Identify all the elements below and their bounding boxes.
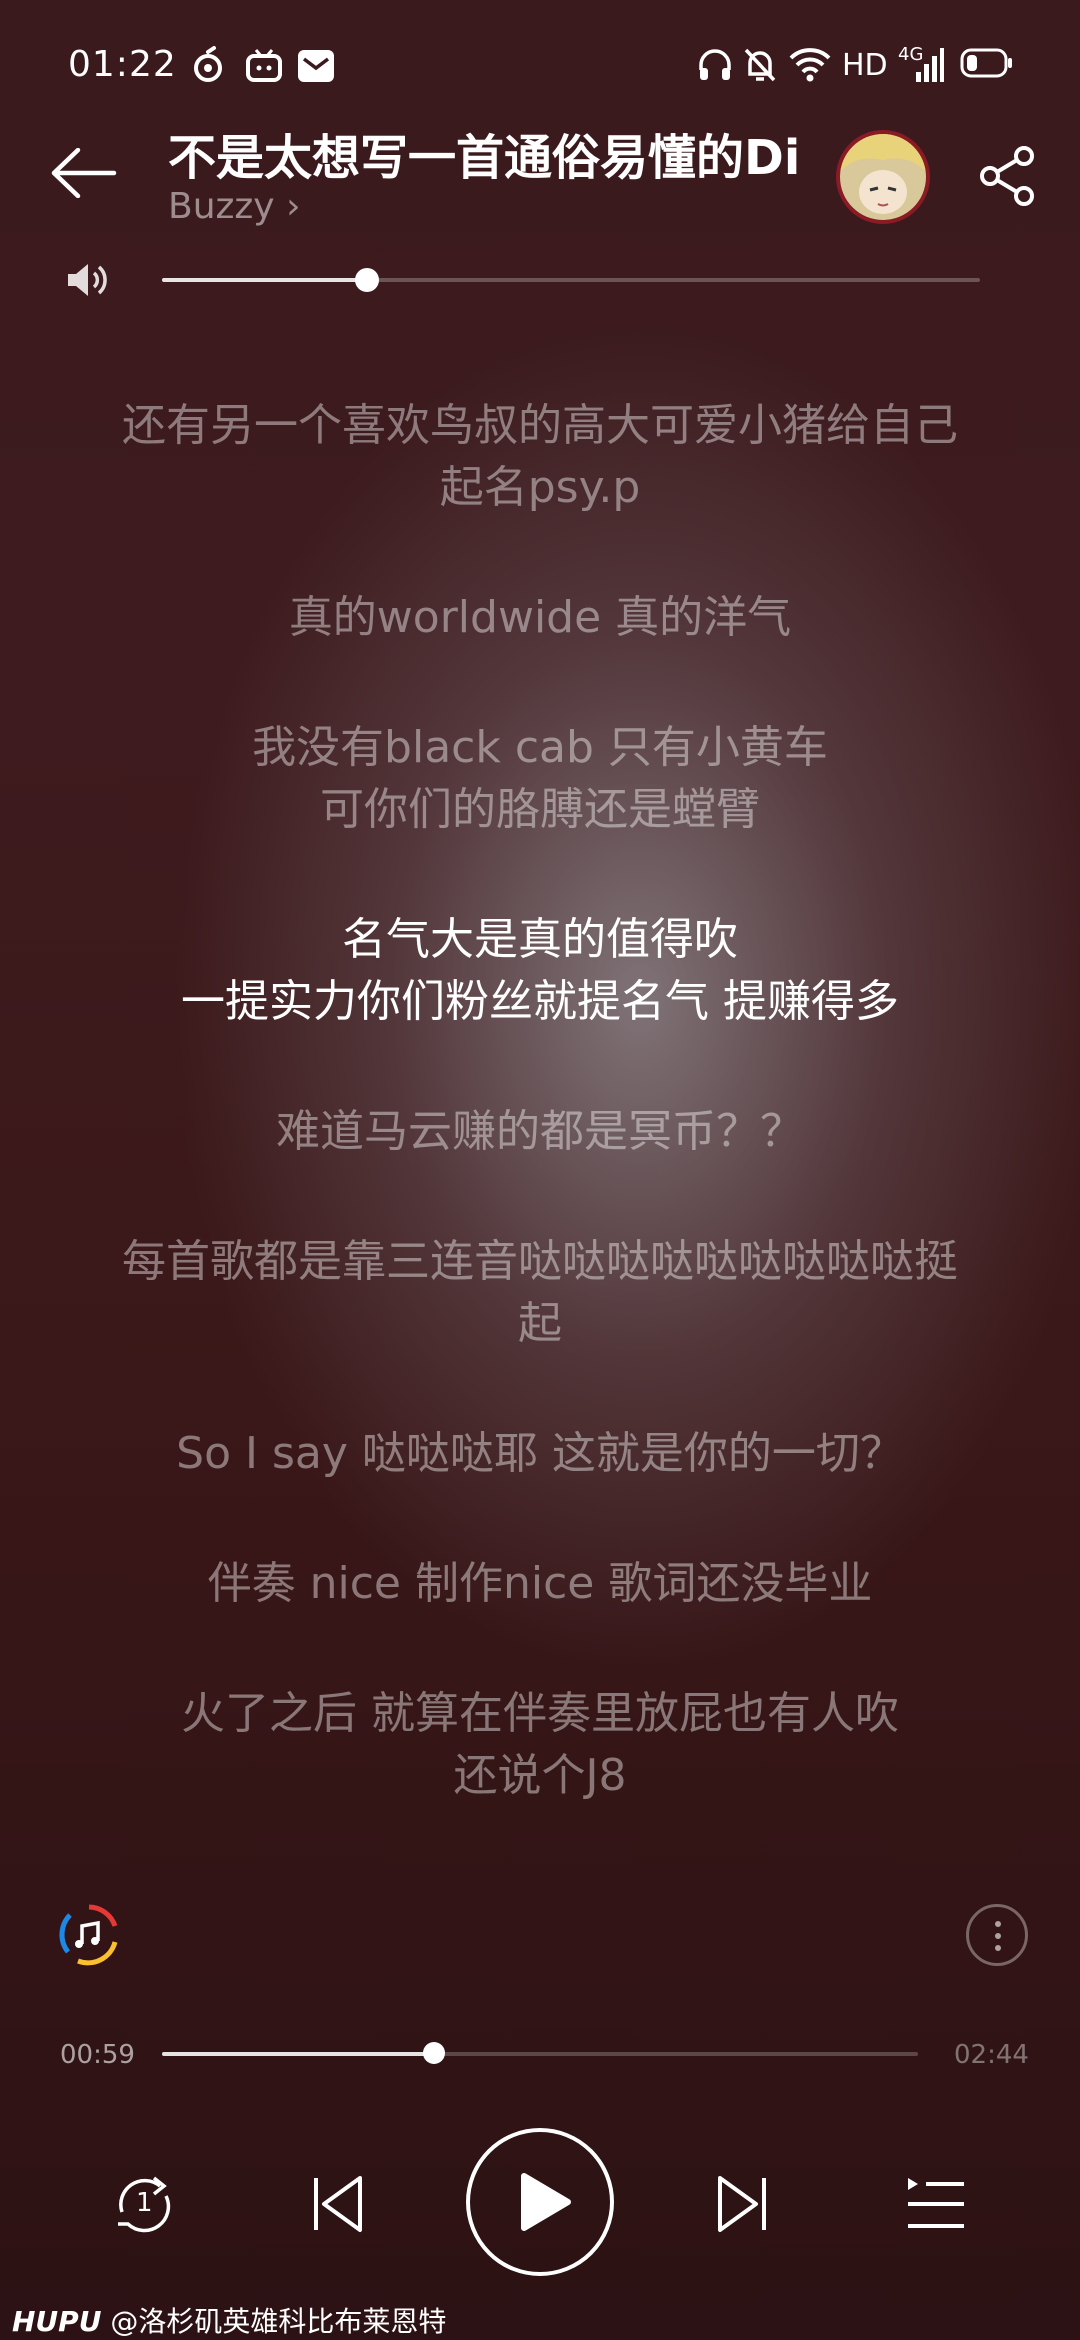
lyric-line[interactable]: 每首歌都是靠三连音哒哒哒哒哒哒哒哒哒挺起 — [60, 1231, 1020, 1355]
next-icon[interactable] — [714, 2174, 770, 2234]
song-title: 不是太想写一首通俗易懂的Di — [168, 130, 801, 186]
lyric-text: 还有另一个喜欢鸟叔的高大可爱小猪给自己 — [122, 400, 958, 451]
lyric-text: 火了之后 就算在伴奏里放屁也有人吹 — [181, 1688, 899, 1739]
lyrics-panel[interactable]: 还有另一个喜欢鸟叔的高大可爱小猪给自己 起名psy.p 真的worldwide 真的… — [60, 395, 1020, 1875]
lyric-line[interactable]: So I say 哒哒哒耶 这就是你的一切？ — [60, 1423, 1020, 1485]
previous-icon[interactable] — [310, 2174, 366, 2234]
lyric-text: So I say 哒哒哒耶 这就是你的一切？ — [176, 1428, 904, 1479]
signal-icon — [916, 48, 944, 82]
watermark-user: @洛杉矶英雄科比布莱恩特 — [110, 2305, 447, 2338]
current-time: 00:59 — [60, 2040, 135, 2070]
chevron-right-icon: › — [286, 186, 301, 227]
wifi-icon — [789, 48, 831, 82]
progress-handle[interactable] — [423, 2042, 445, 2064]
speaker-icon[interactable] — [66, 262, 110, 298]
lyric-line[interactable]: 还有另一个喜欢鸟叔的高大可爱小猪给自己 起名psy.p — [60, 395, 1020, 519]
more-icon — [995, 1921, 1001, 1927]
volume-slider-fill — [162, 278, 367, 282]
artist-link[interactable]: Buzzy › — [168, 186, 300, 227]
lyric-line[interactable]: 真的worldwide 真的洋气 — [60, 587, 1020, 649]
more-options-button[interactable] — [966, 1904, 1028, 1966]
mute-bell-icon — [744, 48, 776, 82]
repeat-one-number: 1 — [136, 2188, 153, 2218]
artist-name: Buzzy — [168, 186, 275, 227]
playlist-icon[interactable] — [906, 2174, 966, 2234]
album-cover-avatar[interactable] — [836, 130, 930, 224]
lyric-text: 一提实力你们粉丝就提名气 提赚得多 — [181, 976, 899, 1027]
tv-app-icon — [246, 49, 282, 82]
lyric-text: 伴奏 nice 制作nice 歌词还没毕业 — [207, 1558, 873, 1609]
volume-slider-handle[interactable] — [355, 268, 379, 292]
lyric-text: 起名psy.p — [439, 462, 641, 513]
lyric-text: 可你们的胳膊还是螳臂 — [320, 784, 760, 835]
repeat-one-button[interactable]: 1 — [108, 2168, 180, 2240]
lyric-text: 起 — [518, 1298, 562, 1349]
headphones-icon — [699, 49, 731, 80]
more-icon-dot — [995, 1945, 1001, 1951]
lyric-line[interactable]: 难道马云赚的都是冥币？？ — [60, 1101, 1020, 1163]
music-badge-icon[interactable] — [58, 1904, 120, 1966]
lyric-text: 我没有black cab 只有小黄车 — [252, 722, 828, 773]
app-notification-icon — [194, 46, 222, 82]
play-button[interactable] — [466, 2128, 614, 2276]
lyric-line[interactable]: 我没有black cab 只有小黄车 可你们的胳膊还是螳臂 — [60, 717, 1020, 841]
lyric-line[interactable]: 火了之后 就算在伴奏里放屁也有人吹 还说个J8 — [60, 1683, 1020, 1807]
total-time: 02:44 — [954, 2040, 1029, 2070]
lyric-text: 难道马云赚的都是冥币？？ — [276, 1106, 804, 1157]
network-hd-label: HD — [842, 48, 888, 83]
lyric-line[interactable]: 伴奏 nice 制作nice 歌词还没毕业 — [60, 1553, 1020, 1615]
watermark: HUPU @洛杉矶英雄科比布莱恩特 — [12, 2300, 446, 2340]
lyric-text: 真的worldwide 真的洋气 — [288, 592, 792, 643]
more-icon-dot — [995, 1933, 1001, 1939]
back-arrow-icon[interactable] — [50, 148, 120, 198]
battery-icon — [960, 48, 1012, 78]
mail-icon — [298, 50, 334, 82]
lyric-text: 每首歌都是靠三连音哒哒哒哒哒哒哒哒哒挺 — [122, 1236, 958, 1287]
lyric-text: 还说个J8 — [453, 1750, 627, 1801]
share-icon[interactable] — [976, 144, 1040, 208]
progress-fill — [162, 2052, 434, 2056]
lyric-text: 名气大是真的值得吹 — [342, 914, 738, 965]
status-time: 01:22 — [68, 44, 177, 85]
lyric-current[interactable]: 名气大是真的值得吹一提实力你们粉丝就提名气 提赚得多 — [60, 909, 1020, 1033]
status-bar: 01:22 HD 4G — [0, 0, 1080, 130]
play-icon — [521, 2173, 571, 2231]
watermark-brand: HUPU — [12, 2305, 102, 2338]
